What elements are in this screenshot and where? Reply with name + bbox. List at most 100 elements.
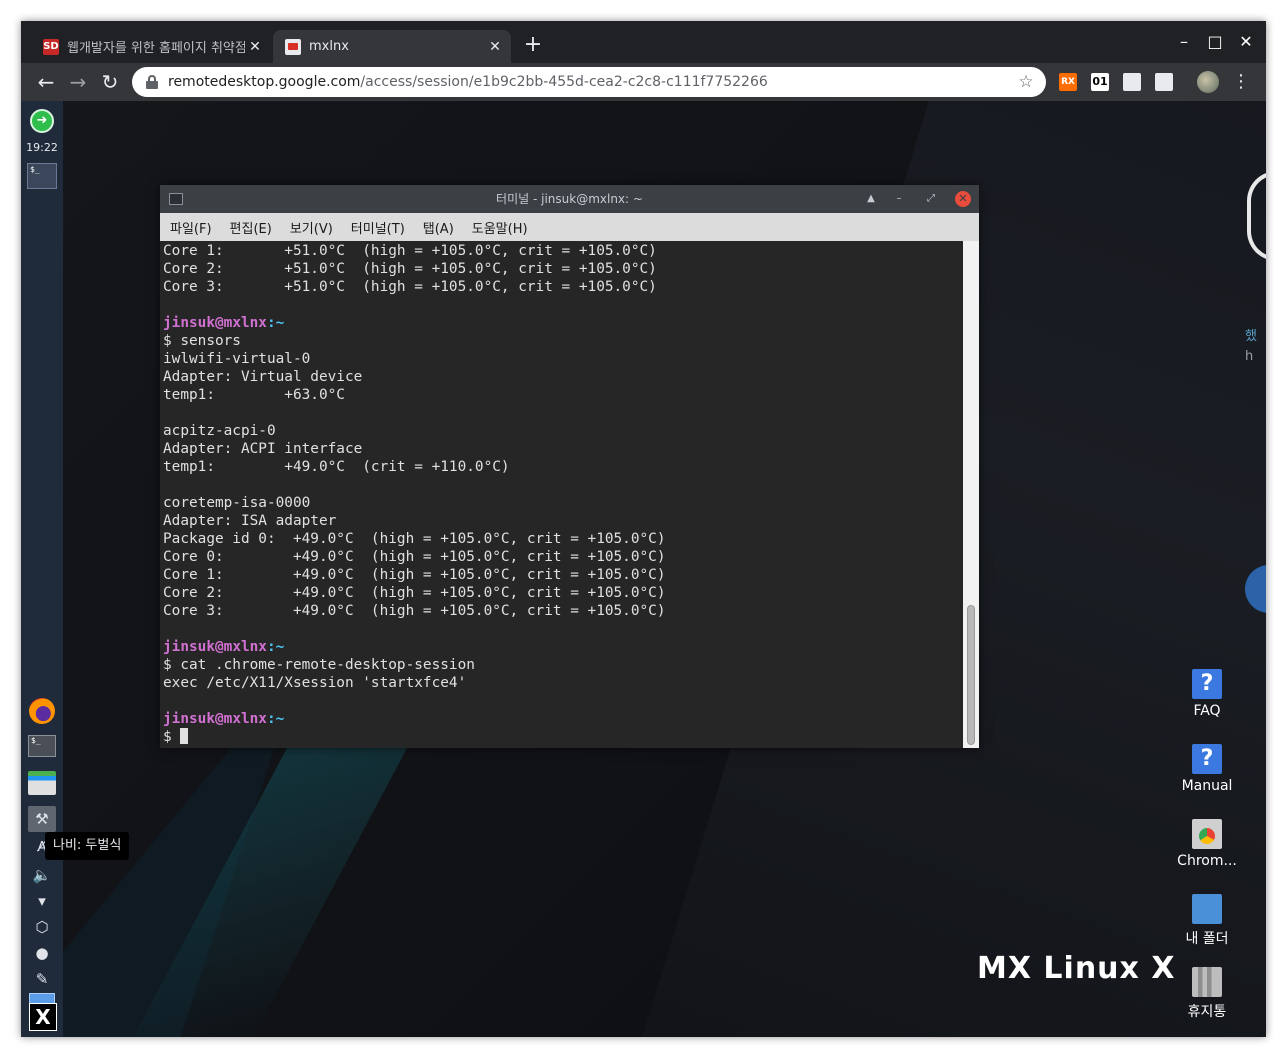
- power-icon[interactable]: ●: [28, 940, 56, 966]
- lock-icon[interactable]: [146, 75, 158, 89]
- terminal-scrollbar[interactable]: [963, 241, 979, 748]
- prompt-path: :~: [266, 315, 285, 331]
- terminal-line: acpitz-acpi-0: [163, 423, 276, 439]
- help-icon: ?: [1192, 669, 1222, 699]
- reload-button[interactable]: ↻: [97, 69, 123, 95]
- prompt-user: jinsuk: [163, 315, 215, 331]
- mx-tools-icon[interactable]: ⚒: [28, 806, 56, 832]
- menu-help[interactable]: 도움말(H): [472, 218, 528, 237]
- terminal-line: Adapter: Virtual device: [163, 369, 363, 385]
- desktop-icon-label: 휴지통: [1187, 1004, 1227, 1020]
- prompt-host: mxlnx: [223, 315, 267, 331]
- terminal-line: Core 1: +51.0°C (high = +105.0°C, crit =…: [163, 243, 657, 259]
- terminal-line: Core 3: +51.0°C (high = +105.0°C, crit =…: [163, 279, 657, 295]
- back-button[interactable]: ←: [33, 69, 59, 95]
- terminal-line: Core 3: +49.0°C (high = +105.0°C, crit =…: [163, 603, 666, 619]
- sd-logo-icon: SD: [43, 38, 59, 55]
- terminal-line: $ cat .chrome-remote-desktop-session: [163, 657, 475, 673]
- menu-view[interactable]: 보기(V): [290, 218, 333, 237]
- terminal-line: $ sensors: [163, 333, 241, 349]
- menu-edit[interactable]: 편집(E): [230, 218, 272, 237]
- close-icon[interactable]: ✕: [245, 39, 265, 55]
- terminal-title: 터미널 - jinsuk@mxlnx: ~: [496, 192, 643, 206]
- volume-icon[interactable]: 🔈: [28, 862, 56, 888]
- mx-logo-button[interactable]: X: [29, 1003, 57, 1031]
- bookmark-star-icon[interactable]: ☆: [1016, 72, 1036, 92]
- desktop-icon-manual[interactable]: ? Manual: [1167, 744, 1247, 794]
- desktop-icon-trash[interactable]: 휴지통: [1167, 967, 1247, 1021]
- terminal-line: temp1: +49.0°C (crit = +110.0°C): [163, 459, 510, 475]
- tab-title: mxlnx: [309, 39, 349, 54]
- remote-desktop-extension-icon[interactable]: [1123, 73, 1141, 91]
- address-bar[interactable]: remotedesktop.google.com/access/session/…: [132, 67, 1046, 97]
- scrollbar-thumb[interactable]: [967, 605, 975, 745]
- desktop-icon-chrome[interactable]: Chrom...: [1167, 819, 1247, 869]
- desktop-icon-label: 내 폴더: [1185, 931, 1229, 947]
- trash-icon: [1192, 967, 1222, 997]
- new-tab-button[interactable]: +: [521, 33, 545, 57]
- minimize-button[interactable]: –: [1169, 29, 1199, 55]
- terminal-line: $: [163, 728, 189, 745]
- terminal-cursor: [180, 728, 189, 744]
- terminal-prompt-line: jinsuk@mxlnx:~: [163, 639, 284, 655]
- terminal-output[interactable]: Core 1: +51.0°C (high = +105.0°C, crit =…: [160, 241, 963, 748]
- terminal-icon: $_: [30, 165, 40, 174]
- browser-menu-icon[interactable]: ⋮: [1231, 69, 1251, 95]
- terminal-window[interactable]: 터미널 - jinsuk@mxlnx: ~ ▲ – ⤢ ✕ 파일(F) 편집(E…: [160, 185, 979, 748]
- terminal-text[interactable]: Core 1: +51.0°C (high = +105.0°C, crit =…: [160, 241, 963, 746]
- prompt-at: @: [214, 639, 224, 655]
- cast-extension-icon[interactable]: [1155, 73, 1173, 91]
- tab-mxlnx[interactable]: mxlnx ✕: [273, 30, 511, 63]
- terminal-line: Adapter: ACPI interface: [163, 441, 363, 457]
- browser-window: SD 웹개발자를 위한 홈페이지 취약점 ✕ mxlnx ✕ + – □ ✕ ←…: [21, 21, 1266, 1037]
- taskbar-terminal-button[interactable]: $_: [27, 163, 57, 189]
- input-method-tooltip: 나비: 두벌식: [45, 832, 130, 860]
- url-path: /access/session/e1b9c2bb-455d-cea2-c2c8-…: [360, 74, 768, 90]
- terminal-line: Core 2: +51.0°C (high = +105.0°C, crit =…: [163, 261, 657, 277]
- file-manager-icon[interactable]: [28, 771, 56, 795]
- terminal-line: Core 2: +49.0°C (high = +105.0°C, crit =…: [163, 585, 666, 601]
- remote-desktop-area[interactable]: ➜ 19:22 $_ $_ ⚒ A̸ 🔈 ▾ ⬡ ● ✎ X 나비: 두벌식 터…: [21, 101, 1266, 1037]
- maximize-button[interactable]: □: [1200, 29, 1230, 55]
- terminal-line: exec /etc/X11/Xsession 'startxfce4': [163, 675, 467, 691]
- prompt-user: jinsuk: [163, 639, 215, 655]
- panel-clock[interactable]: 19:22: [21, 141, 63, 154]
- desktop-icon-faq[interactable]: ? FAQ: [1167, 669, 1247, 719]
- terminal-line: iwlwifi-virtual-0: [163, 351, 311, 367]
- mx-linux-logo: MX Linux X: [977, 951, 1176, 986]
- tab-security-course[interactable]: SD 웹개발자를 위한 홈페이지 취약점 ✕: [31, 30, 271, 63]
- partial-desktop-text: h: [1245, 349, 1254, 364]
- desktop-icon-label: Manual: [1181, 778, 1233, 794]
- url-host: remotedesktop.google.com: [168, 74, 361, 90]
- wifi-icon[interactable]: ▾: [28, 888, 56, 914]
- package-updater-icon[interactable]: ⬡: [28, 914, 56, 940]
- minimize-button[interactable]: –: [891, 191, 907, 207]
- close-window-button[interactable]: ✕: [1231, 29, 1261, 55]
- profile-avatar[interactable]: [1197, 71, 1219, 93]
- terminal-prompt-line: jinsuk@mxlnx:~: [163, 315, 284, 331]
- close-button[interactable]: ✕: [955, 191, 971, 207]
- menu-file[interactable]: 파일(F): [170, 218, 212, 237]
- desktop-icon-label: FAQ: [1193, 703, 1221, 719]
- firefox-icon[interactable]: [29, 698, 55, 724]
- clipboard-icon[interactable]: ✎: [28, 966, 56, 992]
- terminal-launcher-icon[interactable]: $_: [28, 735, 56, 757]
- forward-button[interactable]: →: [65, 69, 91, 95]
- rx-extension-icon[interactable]: RX: [1059, 73, 1077, 91]
- prompt-at: @: [214, 711, 224, 727]
- menu-terminal[interactable]: 터미널(T): [351, 218, 405, 237]
- terminal-titlebar[interactable]: 터미널 - jinsuk@mxlnx: ~ ▲ – ⤢ ✕: [160, 185, 979, 213]
- desktop-icon-home-folder[interactable]: 내 폴더: [1167, 894, 1247, 948]
- terminal-line: Core 0: +49.0°C (high = +105.0°C, crit =…: [163, 549, 666, 565]
- counter-extension-icon[interactable]: 01: [1091, 73, 1109, 91]
- url-text[interactable]: remotedesktop.google.com/access/session/…: [168, 74, 1016, 90]
- home-folder-icon: [1192, 894, 1222, 924]
- shade-button[interactable]: ▲: [863, 191, 879, 207]
- prompt-host: mxlnx: [223, 639, 267, 655]
- whisker-menu-icon[interactable]: ➜: [30, 109, 54, 133]
- menu-tabs[interactable]: 탭(A): [423, 218, 454, 237]
- tab-strip: SD 웹개발자를 위한 홈페이지 취약점 ✕ mxlnx ✕ + – □ ✕: [21, 21, 1266, 63]
- tab-title: 웹개발자를 위한 홈페이지 취약점: [67, 41, 245, 56]
- close-icon[interactable]: ✕: [485, 39, 505, 55]
- maximize-button[interactable]: ⤢: [923, 191, 939, 207]
